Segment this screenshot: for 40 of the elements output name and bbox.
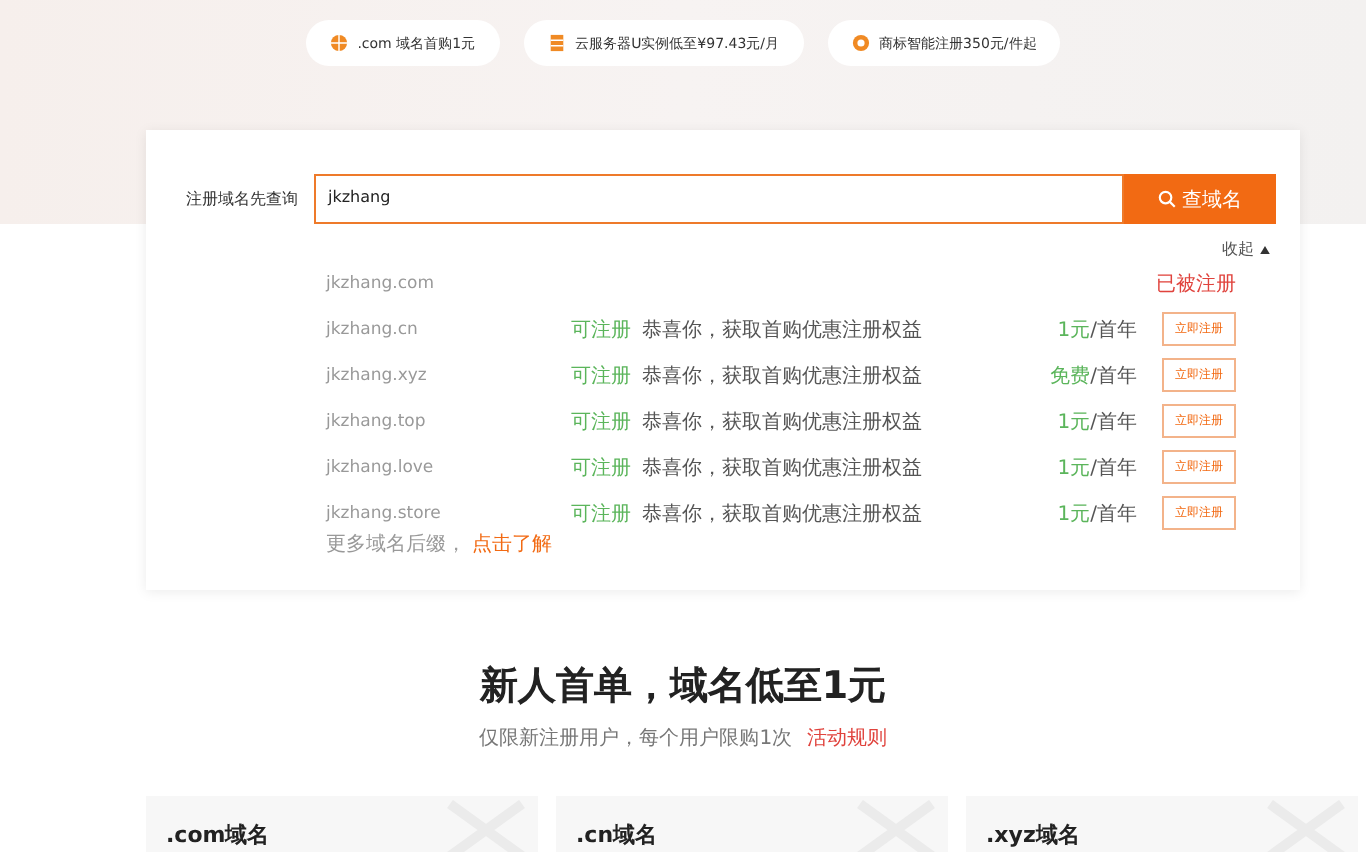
price-text: 1元/首年 <box>1055 317 1137 343</box>
badge-icon <box>851 34 870 52</box>
status-text: 可注册 <box>570 363 633 389</box>
more-text: 更多域名后缀， <box>326 534 466 556</box>
server-icon <box>547 34 566 52</box>
collapse-toggle[interactable]: 收起 <box>1222 238 1270 260</box>
card-title: .cn域名 <box>576 822 658 848</box>
caret-icon <box>1260 245 1270 253</box>
card-title: .com域名 <box>166 822 270 848</box>
offer-text: 恭喜你，获取首购优惠注册权益 <box>641 501 924 527</box>
price-text: 1元/首年 <box>1055 409 1137 435</box>
offer-text: 恭喜你，获取首购优惠注册权益 <box>641 409 924 435</box>
domain-name: jkzhang.top <box>326 411 428 431</box>
card-title: .xyz域名 <box>986 822 1080 848</box>
globe-icon <box>329 34 348 52</box>
section-title: 新人首单，域名低至1元 <box>477 662 889 712</box>
domain-name: jkzhang.xyz <box>326 365 429 385</box>
offer-text: 恭喜你，获取首购优惠注册权益 <box>641 317 924 343</box>
price-text: 1元/首年 <box>1055 455 1137 481</box>
price-text: 1元/首年 <box>1055 501 1137 527</box>
domain-name: jkzhang.cn <box>326 319 420 339</box>
search-icon <box>1158 190 1176 208</box>
status-text: 可注册 <box>570 455 633 481</box>
search-label: 注册域名先查询 <box>186 188 300 210</box>
status-text: 可注册 <box>570 409 633 435</box>
offer-text: 恭喜你，获取首购优惠注册权益 <box>641 363 924 389</box>
status-text: 可注册 <box>570 501 633 527</box>
status-text: 可注册 <box>570 317 633 343</box>
product-card[interactable]: .com域名 <box>146 796 538 852</box>
status-text: 已被注册 <box>1156 271 1236 297</box>
section-subtitle: 仅限新注册用户，每个用户限购1次 <box>479 728 793 750</box>
domain-name: jkzhang.love <box>326 457 436 477</box>
product-card[interactable]: .xyz域名 <box>966 796 1358 852</box>
search-field[interactable]: jkzhang <box>314 174 1124 224</box>
domain-name: jkzhang.store <box>326 503 443 523</box>
price-text: 免费/首年 <box>1048 363 1137 389</box>
rules-link[interactable]: 活动规则 <box>806 728 887 750</box>
domain-name: jkzhang.com <box>326 273 436 293</box>
product-card[interactable]: .cn域名 <box>556 796 948 852</box>
offer-text: 恭喜你，获取首购优惠注册权益 <box>641 455 924 481</box>
